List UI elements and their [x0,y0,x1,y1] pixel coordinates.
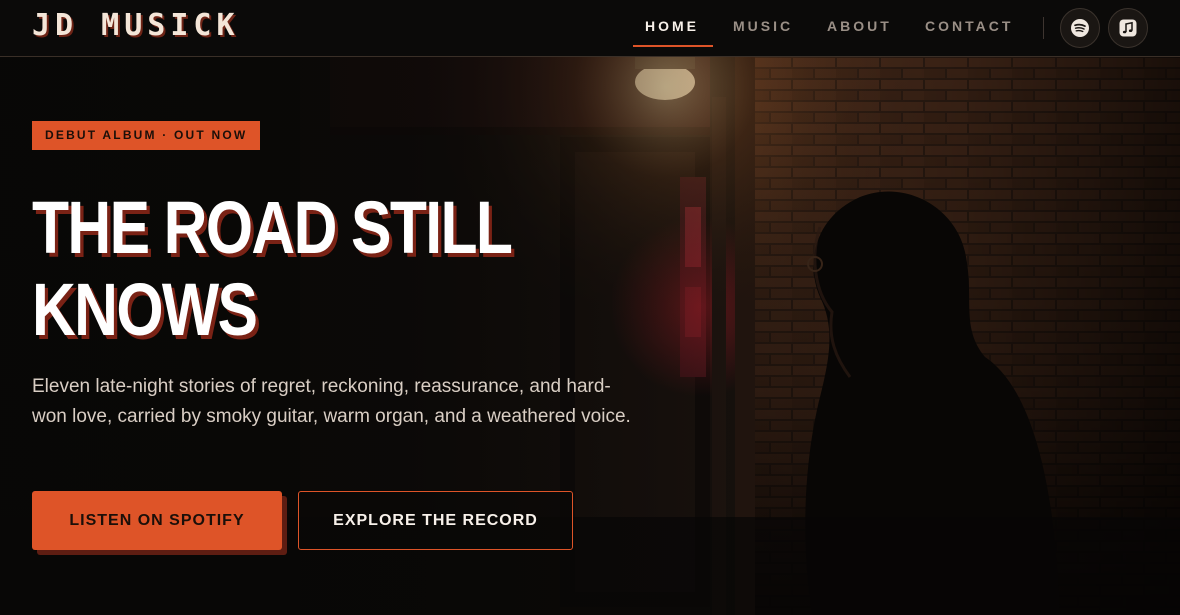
nav-contact[interactable]: CONTACT [925,18,1013,40]
hero-title-line-2: KNOWS [32,268,258,351]
hero-description: Eleven late-night stories of regret, rec… [32,376,631,427]
spotify-button[interactable] [1060,8,1100,48]
nav-divider [1043,17,1044,39]
hero-title: THE ROAD STILL KNOWS [32,186,513,351]
nav-music[interactable]: MUSIC [733,18,793,40]
site-logo[interactable]: JD MUSICK [32,8,240,43]
listen-on-spotify-button[interactable]: LISTEN ON SPOTIFY [32,491,282,550]
site-header: JD MUSICK HOME MUSIC ABOUT CONTACT [0,0,1180,57]
hero-section: DEBUT ALBUM · OUT NOW THE ROAD STILL KNO… [0,57,1180,615]
nav-home[interactable]: HOME [645,18,699,40]
active-nav-indicator [633,45,713,47]
spotify-icon [1071,19,1089,37]
apple-music-button[interactable] [1108,8,1148,48]
hero-title-line-1: THE ROAD STILL [32,186,513,269]
release-badge: DEBUT ALBUM · OUT NOW [32,121,261,150]
explore-record-button[interactable]: EXPLORE THE RECORD [298,491,573,550]
nav-about[interactable]: ABOUT [827,18,892,40]
apple-music-icon [1119,19,1137,37]
